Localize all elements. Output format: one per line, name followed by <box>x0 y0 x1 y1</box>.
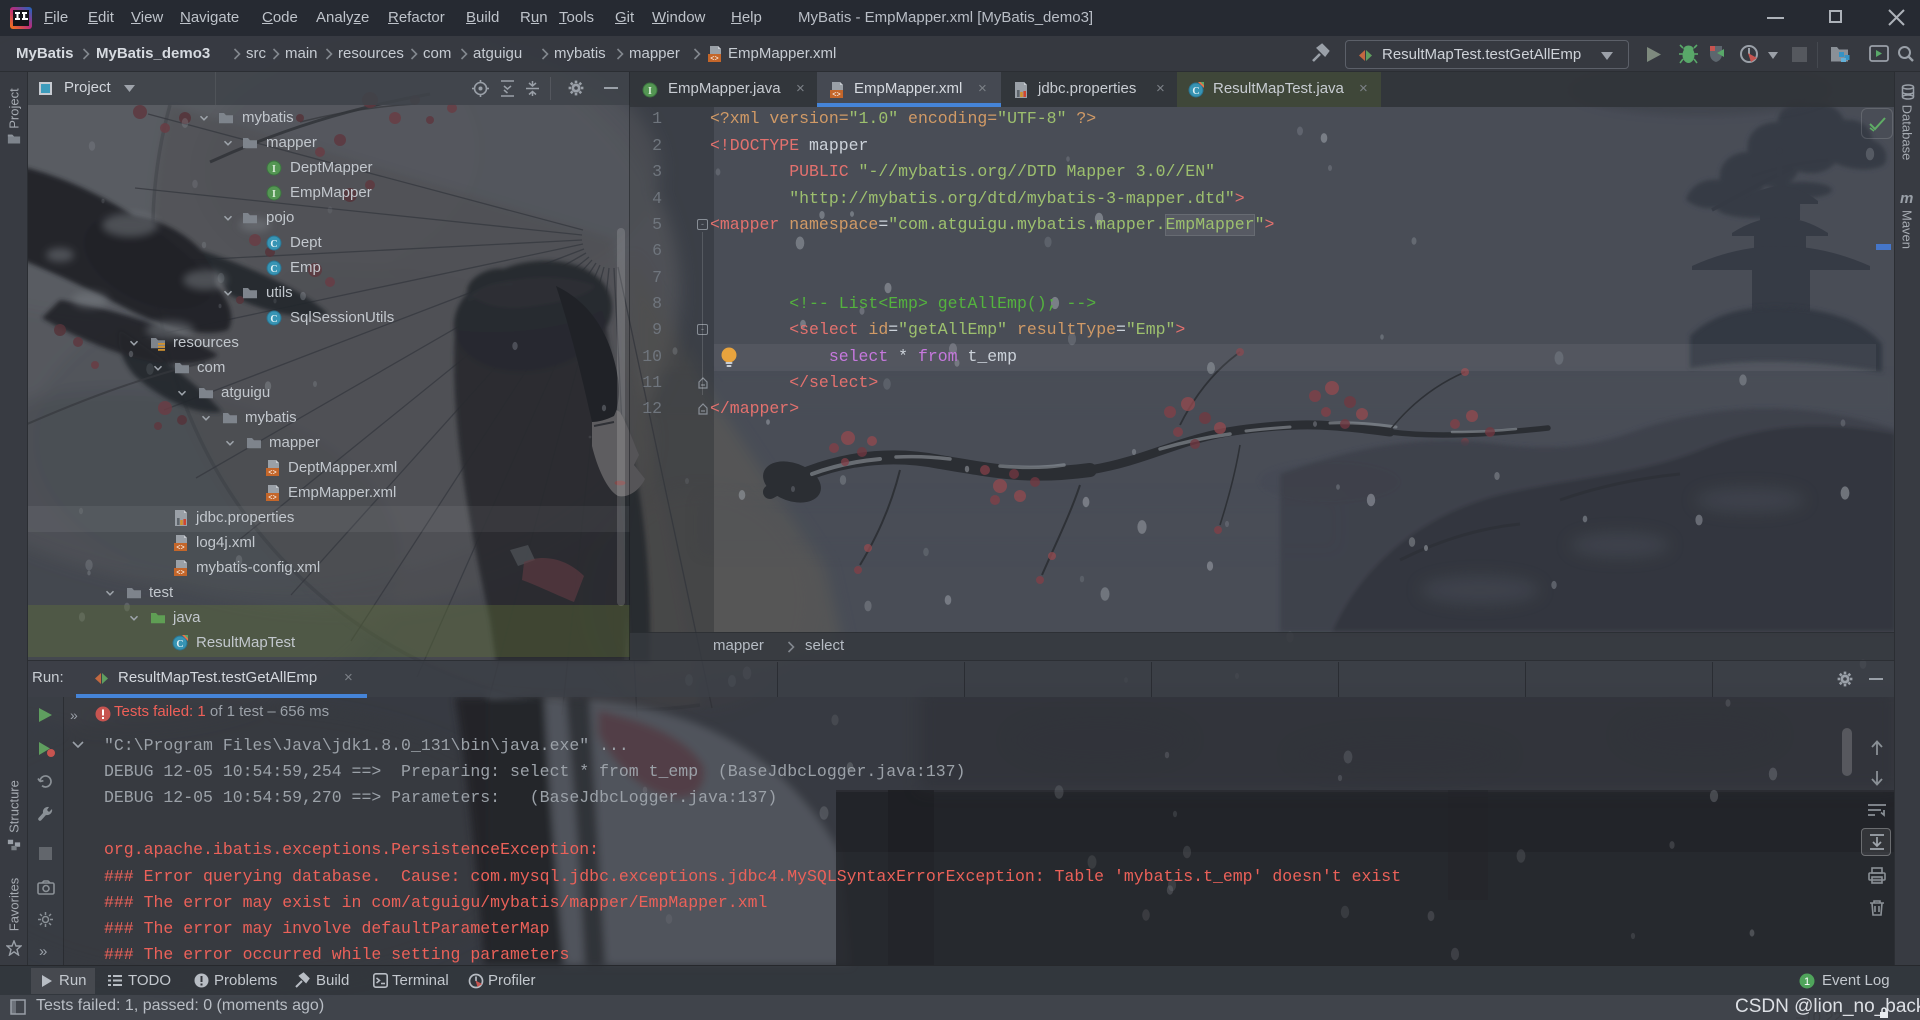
svg-text:1: 1 <box>1804 976 1810 988</box>
